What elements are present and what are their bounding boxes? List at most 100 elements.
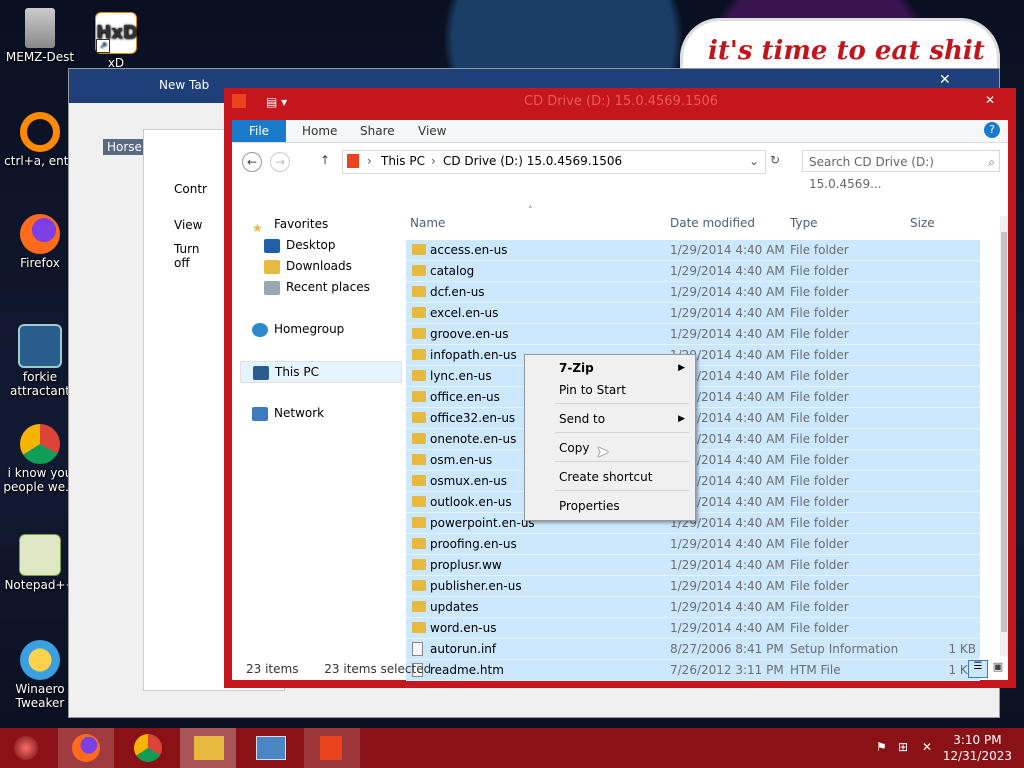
folder-icon [412, 580, 426, 591]
nav-network[interactable]: Network [252, 403, 324, 423]
file-type: File folder [790, 537, 849, 551]
table-row[interactable]: access.en-us 1/29/2014 4:40 AM File folder [406, 240, 980, 261]
nav-recent[interactable]: Recent places [264, 277, 370, 297]
up-icon[interactable]: ↑ [320, 153, 330, 167]
file-type: File folder [790, 558, 849, 572]
file-name: office32.en-us [430, 411, 516, 425]
table-row[interactable]: catalog 1/29/2014 4:40 AM File folder [406, 261, 980, 282]
file-type: File folder [790, 411, 849, 425]
table-row[interactable]: word.en-us 1/29/2014 4:40 AM File folder [406, 618, 980, 639]
menu-item-7zip[interactable]: 7-Zip [559, 361, 594, 375]
file-type: File folder [790, 453, 849, 467]
nav-label: This PC [275, 365, 319, 379]
search-placeholder: Search CD Drive (D:) 15.0.4569... [809, 155, 934, 191]
column-header-size[interactable]: Size [910, 212, 935, 234]
column-header-date[interactable]: Date modified [670, 212, 755, 234]
tab-file[interactable]: File [232, 120, 286, 142]
mouse-cursor-icon: ➤ [596, 442, 610, 461]
table-row[interactable]: updates 1/29/2014 4:40 AM File folder [406, 597, 980, 618]
folder-icon [412, 538, 426, 549]
column-header-name[interactable]: Name [410, 212, 445, 234]
ring-icon [20, 112, 60, 152]
desktop-icon-label: MEMZ-Dest [5, 50, 75, 64]
taskbar-office-setup[interactable] [304, 728, 360, 768]
chevron-right-icon: › [367, 154, 372, 168]
folder-icon [412, 475, 426, 486]
taskbar-firefox[interactable] [58, 728, 114, 768]
table-row[interactable]: groove.en-us 1/29/2014 4:40 AM File folder [406, 324, 980, 345]
notepadpp-icon [19, 534, 61, 576]
table-row[interactable]: readme.htm 7/26/2012 3:11 PM HTM File 1 KB [406, 660, 980, 681]
forward-icon[interactable]: → [270, 152, 290, 172]
quick-access-icon[interactable]: ▤ ▾ [266, 95, 287, 109]
help-icon[interactable]: ? [984, 122, 1000, 138]
back-icon[interactable]: ← [242, 152, 262, 172]
taskbar-chrome[interactable] [120, 728, 176, 768]
file-type: File folder [790, 516, 849, 530]
file-type: File folder [790, 369, 849, 383]
tab-view[interactable]: View [418, 120, 446, 142]
panel-item[interactable]: View [174, 218, 202, 232]
nav-downloads[interactable]: Downloads [264, 256, 352, 276]
browser-tab2[interactable]: Horse [103, 139, 146, 155]
breadcrumb-cd-drive[interactable]: CD Drive (D:) 15.0.4569.1506 [443, 154, 622, 168]
file-type: File folder [790, 264, 849, 278]
menu-item-pin-to-start[interactable]: Pin to Start [559, 383, 626, 397]
search-icon[interactable]: ⌕ [988, 151, 995, 173]
nav-homegroup[interactable]: Homegroup [252, 319, 344, 339]
large-icons-view-icon[interactable]: ▣ [990, 660, 1006, 676]
table-row[interactable]: publisher.en-us 1/29/2014 4:40 AM File fol… [406, 576, 980, 597]
breadcrumb-this-pc[interactable]: This PC [381, 154, 425, 168]
nav-label: Homegroup [274, 322, 345, 336]
flag-icon[interactable]: ⚑ [876, 740, 887, 754]
close-icon[interactable]: ✕ [970, 90, 1010, 110]
nav-label: Network [274, 406, 325, 420]
search-input[interactable]: Search CD Drive (D:) 15.0.4569... ⌕ [802, 150, 1000, 191]
column-header-type[interactable]: Type [790, 212, 818, 234]
nav-this-pc[interactable]: This PC [240, 361, 402, 383]
scrollbar[interactable] [1000, 216, 1008, 656]
tab-home[interactable]: Home [302, 120, 337, 142]
ribbon: File Home Share View ? [232, 120, 1008, 143]
table-row[interactable]: proofing.en-us 1/29/2014 4:40 AM File fold… [406, 534, 980, 555]
table-row[interactable]: autorun.inf 8/27/2006 8:41 PM Setup Inform… [406, 639, 980, 660]
menu-item-properties[interactable]: Properties [559, 499, 620, 513]
taskbar-explorer[interactable] [180, 728, 236, 768]
browser-tab-title[interactable]: New Tab [159, 78, 209, 92]
clock[interactable]: 3:10 PM 12/31/2023 [943, 732, 1012, 764]
firefox-icon [72, 734, 100, 762]
file-name: proofing.en-us [430, 537, 517, 551]
tab-share[interactable]: Share [360, 120, 395, 142]
desktop-icon-xd[interactable]: HxD ↗ xD [76, 12, 156, 70]
menu-item-create-shortcut[interactable]: Create shortcut [559, 470, 652, 484]
volume-muted-icon[interactable]: ✕ [922, 740, 932, 754]
downloads-icon [264, 259, 280, 274]
start-button[interactable] [0, 728, 56, 768]
desktop-icon-memz[interactable]: MEMZ-Dest [0, 8, 80, 64]
table-row[interactable]: proplusr.ww 1/29/2014 4:40 AM File folder [406, 555, 980, 576]
panel-item[interactable]: Turn off [174, 242, 214, 270]
refresh-icon[interactable]: ↻ [770, 153, 780, 167]
close-icon[interactable]: ✕ [939, 72, 951, 88]
file-name: word.en-us [430, 621, 497, 635]
folder-icon [412, 265, 426, 276]
menu-item-copy[interactable]: Copy [559, 441, 589, 455]
nav-favorites[interactable]: ★ Favorites [252, 214, 328, 235]
nav-desktop[interactable]: Desktop [264, 235, 336, 255]
details-view-icon[interactable]: ☰ [968, 660, 988, 678]
panel-item[interactable]: Contr [174, 182, 207, 196]
control-panel-icon [256, 736, 286, 760]
scrollbar-thumb[interactable] [1001, 232, 1007, 632]
taskbar-control-panel[interactable] [242, 728, 298, 768]
file-type: HTM File [790, 663, 841, 677]
file-type: File folder [790, 432, 849, 446]
table-row[interactable]: excel.en-us 1/29/2014 4:40 AM File folder [406, 303, 980, 324]
network-icon[interactable]: ⊞ [898, 740, 908, 754]
chevron-down-icon[interactable]: ⌄ [749, 154, 759, 168]
file-date: 1/29/2014 4:40 AM [670, 579, 785, 593]
file-name: proplusr.ww [430, 558, 502, 572]
breadcrumb[interactable]: › This PC › CD Drive (D:) 15.0.4569.1506… [342, 150, 766, 174]
winaero-icon [20, 640, 60, 680]
table-row[interactable]: dcf.en-us 1/29/2014 4:40 AM File folder [406, 282, 980, 303]
menu-item-send-to[interactable]: Send to [559, 412, 605, 426]
